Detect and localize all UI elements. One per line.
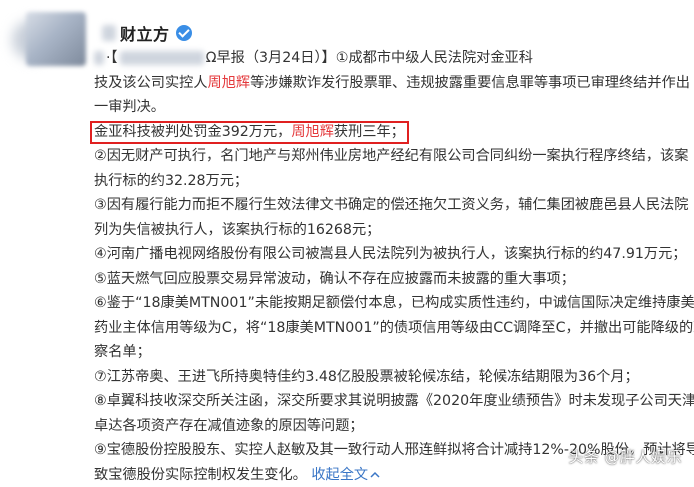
avatar[interactable]	[26, 12, 86, 66]
post-text: 察名单；	[94, 344, 151, 360]
post-line: ⑧卓翼科技收深交所关注函，深交所要求其说明披露《2020年度业绩预告》时未发现子…	[94, 389, 676, 414]
highlight-name: 周旭辉	[208, 75, 251, 91]
post-text: ⑧卓翼科技收深交所关注函，深交所要求其说明披露《2020年度业绩预告》时未发现子…	[94, 393, 694, 409]
post-line: 技及该公司实控人周旭辉等涉嫌欺诈发行股票罪、违规披露重要信息罪等事项已审理终结并…	[94, 71, 676, 96]
post-line: 列为失信被执行人，该案执行标的16268元；	[94, 218, 676, 243]
post-text: 列为失信被执行人，该案执行标的16268元；	[94, 222, 380, 238]
post-line: ⑦江苏帝奥、王进飞所持奥特佳约3.48亿股股票被轮候冻结，轮候冻结期限为36个月…	[94, 365, 676, 390]
post-text: Ω早报（3月24日）】①成都市中级人民法院对金亚科	[206, 50, 533, 66]
post-line: 药业主体信用等级为C，将“18康美MTN001”的债项信用等级由CC调降至C，并…	[94, 316, 676, 341]
verified-badge-icon	[176, 25, 192, 41]
post-text: ③因有履行能力而拒不履行生效法律文书确定的偿还拖欠工资义务，辅仁集团被鹿邑县人民…	[94, 197, 688, 213]
post-line: 一审判决。	[94, 95, 676, 120]
weibo-post: 财立方 ·【 Ω早报（3月24日）】①成都市中级人民法院对金亚科 技及该公司实控人…	[0, 0, 694, 475]
post-text: ⑦江苏帝奥、王进飞所持奥特佳约3.48亿股股票被轮候冻结，轮候冻结期限为36个月…	[94, 369, 639, 385]
post-text: 金亚科技被判处罚金392万元，	[94, 124, 291, 140]
post-line: ·【 Ω早报（3月24日）】①成都市中级人民法院对金亚科	[94, 46, 676, 71]
post-content: ·【 Ω早报（3月24日）】①成都市中级人民法院对金亚科 技及该公司实控人周旭辉等…	[94, 46, 676, 487]
post-line: 卓达各项资产存在减值迹象的原因等问题；	[94, 414, 676, 439]
post-line: 察名单；	[94, 340, 676, 365]
post-line: 执行标的约32.28万元；	[94, 169, 676, 194]
highlight-name: 周旭辉	[291, 124, 334, 140]
post-line: ③因有履行能力而拒不履行生效法律文书确定的偿还拖欠工资义务，辅仁集团被鹿邑县人民…	[94, 193, 676, 218]
redacted-text	[94, 51, 104, 65]
post-text: ⑥鉴于“18康美MTN001”未能按期足额偿付本息，已构成实质性违约，中诚信国际…	[94, 295, 694, 311]
post-text: 技及该公司实控人	[94, 75, 208, 91]
post-text: 执行标的约32.28万元；	[94, 173, 248, 189]
post-header: 财立方	[102, 22, 192, 44]
post-text: ②因无财产可执行，名门地产与郑州伟业房地产经纪有限公司合同纠纷一案执行程序终结，…	[94, 148, 688, 164]
post-text: 等涉嫌欺诈发行股票罪、违规披露重要信息罪等事项已审理终结并作出	[250, 75, 690, 91]
post-text: ·【	[106, 50, 118, 66]
post-line: 金亚科技被判处罚金392万元，周旭辉获刑三年；	[94, 120, 676, 145]
redacted-name-prefix	[102, 25, 116, 41]
post-line: ④河南广播电视网络股份有限公司被嵩县人民法院列为被执行人，该案执行标的约47.9…	[94, 242, 676, 267]
post-text: 药业主体信用等级为C，将“18康美MTN001”的债项信用等级由CC调降至C，并…	[94, 320, 694, 336]
post-line: ②因无财产可执行，名门地产与郑州伟业房地产经纪有限公司合同纠纷一案执行程序终结，…	[94, 144, 676, 169]
post-text: 获刑三年；	[334, 124, 405, 140]
post-text: ④河南广播电视网络股份有限公司被嵩县人民法院列为被执行人，该案执行标的约47.9…	[94, 246, 686, 262]
post-text: ⑤蓝天燃气回应股票交易异常波动，确认不存在应披露而未披露的重大事项；	[94, 271, 575, 287]
post-line: ⑥鉴于“18康美MTN001”未能按期足额偿付本息，已构成实质性违约，中诚信国际…	[94, 291, 676, 316]
post-text: 卓达各项资产存在减值迹象的原因等问题；	[94, 418, 364, 434]
highlight-box: 金亚科技被判处罚金392万元，周旭辉获刑三年；	[90, 121, 409, 144]
username[interactable]: 财立方	[120, 21, 170, 45]
post-text: 一审判决。	[94, 99, 165, 115]
post-line: ⑤蓝天燃气回应股票交易异常波动，确认不存在应披露而未披露的重大事项；	[94, 267, 676, 292]
watermark: 头条 @胖人娱乐	[568, 446, 682, 467]
redacted-source	[120, 51, 204, 65]
